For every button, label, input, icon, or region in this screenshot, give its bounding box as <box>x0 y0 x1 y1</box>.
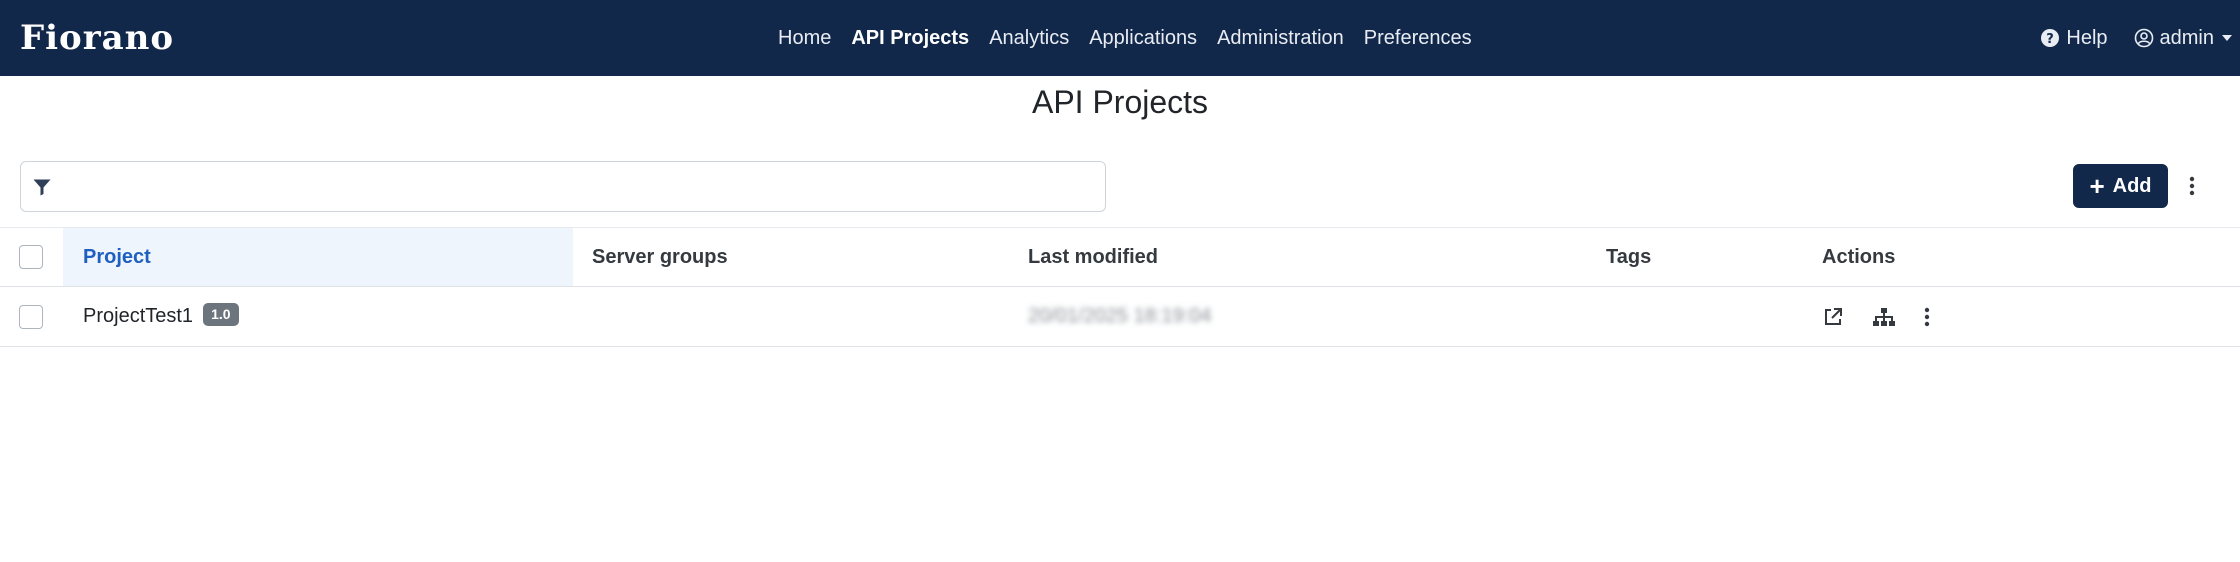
select-all-cell <box>19 228 45 286</box>
column-header-server-groups[interactable]: Server groups <box>592 228 728 286</box>
user-menu[interactable]: admin <box>2134 27 2232 50</box>
nav-applications[interactable]: Applications <box>1089 27 1197 50</box>
person-circle-icon <box>2134 28 2153 48</box>
last-modified-value: 20/01/2025 18:19:04 <box>1028 305 1212 327</box>
sitemap-icon[interactable] <box>1872 307 1896 327</box>
filter-box <box>20 161 1106 212</box>
version-badge: 1.0 <box>203 302 239 327</box>
question-circle-icon: ? <box>2041 29 2060 47</box>
nav-home[interactable]: Home <box>778 27 831 50</box>
column-header-actions: Actions <box>1822 245 1896 268</box>
actions-cell <box>1822 287 1958 346</box>
main-nav: Home API Projects Analytics Applications… <box>778 0 1492 76</box>
project-cell: ProjectTest1 1.0 <box>63 287 573 346</box>
column-header-tags[interactable]: Tags <box>1606 228 1651 286</box>
add-button[interactable]: + Add <box>2073 164 2168 208</box>
nav-right: ? Help admin <box>2014 0 2232 76</box>
projects-table: Project Server groups Last modified Tags… <box>0 227 2240 347</box>
svg-text:Fiorano: Fiorano <box>20 18 174 58</box>
svg-text:?: ? <box>2047 32 2055 47</box>
table-row: ProjectTest1 1.0 20/01/2025 18:19:04 <box>0 287 2240 347</box>
user-label: admin <box>2159 26 2214 49</box>
last-modified-cell: 20/01/2025 18:19:04 <box>1028 287 1212 346</box>
nav-preferences[interactable]: Preferences <box>1364 27 1472 50</box>
row-more-kebab-icon[interactable] <box>1924 307 1930 327</box>
help-link[interactable]: ? Help <box>2040 26 2108 50</box>
nav-analytics[interactable]: Analytics <box>989 27 1069 50</box>
row-checkbox[interactable] <box>19 304 43 329</box>
page-title: API Projects <box>1031 84 1209 120</box>
add-label: Add <box>2112 174 2152 197</box>
table-header: Project Server groups Last modified Tags… <box>0 227 2240 287</box>
column-header-last-modified[interactable]: Last modified <box>1028 228 1158 286</box>
filter-input[interactable] <box>52 162 1105 211</box>
nav-api-projects[interactable]: API Projects <box>851 27 969 50</box>
nav-administration[interactable]: Administration <box>1217 27 1344 50</box>
caret-down-icon <box>2222 35 2232 41</box>
plus-icon: + <box>2089 171 2105 201</box>
row-select-cell <box>19 287 45 346</box>
external-link-icon[interactable] <box>1822 306 1844 328</box>
select-all-checkbox[interactable] <box>19 245 43 269</box>
help-label: Help <box>2066 26 2108 49</box>
fiorano-logo[interactable]: Fiorano <box>20 18 200 58</box>
funnel-icon <box>32 177 52 197</box>
project-name[interactable]: ProjectTest1 <box>83 305 193 328</box>
column-header-project[interactable]: Project <box>63 228 573 286</box>
top-navbar: Fiorano Home API Projects Analytics Appl… <box>0 0 2240 76</box>
toolbar-more-kebab-icon[interactable] <box>2186 174 2198 198</box>
